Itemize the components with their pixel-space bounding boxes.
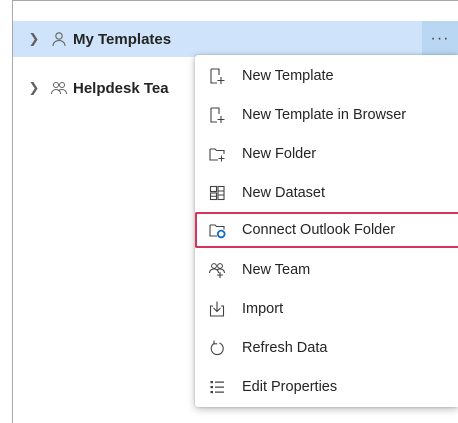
new-template-browser-icon [207, 105, 227, 125]
menu-item-label: New Dataset [242, 185, 326, 201]
menu-item-new-team[interactable]: New Team [195, 252, 458, 288]
team-icon [207, 260, 227, 280]
menu-item-new-dataset[interactable]: New Dataset [195, 175, 458, 211]
menu-item-label: New Folder [242, 146, 317, 162]
dataset-icon [207, 183, 227, 203]
menu-item-refresh-data[interactable]: Refresh Data [195, 330, 458, 366]
menu-item-new-folder[interactable]: New Folder [195, 136, 458, 172]
import-icon [207, 299, 227, 319]
properties-icon [207, 377, 227, 397]
new-template-icon [207, 66, 227, 86]
menu-item-new-template[interactable]: New Template [195, 58, 458, 94]
menu-item-label: New Template in Browser [242, 107, 407, 123]
menu-item-import[interactable]: Import [195, 291, 458, 327]
tree-node-label: My Templates [73, 30, 172, 48]
tree-node-my-templates[interactable]: ❯ My Templates ··· [13, 21, 458, 57]
tree-node-label: Helpdesk Tea [73, 79, 169, 97]
people-team-icon [49, 78, 69, 98]
person-icon [49, 29, 69, 49]
menu-item-label: Import [242, 301, 284, 317]
tree-node-helpdesk-team[interactable]: ❯ Helpdesk Tea [13, 70, 203, 106]
menu-item-new-template-in-browser[interactable]: New Template in Browser [195, 97, 458, 133]
menu-item-label: Edit Properties [242, 379, 338, 395]
new-folder-icon [207, 144, 227, 164]
context-menu: New Template New Template in Browser New… [195, 55, 458, 407]
menu-item-label: Refresh Data [242, 340, 328, 356]
menu-item-label: New Team [242, 262, 311, 278]
menu-item-label: New Template [242, 68, 334, 84]
more-options-button[interactable]: ··· [422, 21, 458, 57]
refresh-icon [207, 338, 227, 358]
menu-item-label: Connect Outlook Folder [242, 222, 396, 238]
chevron-right-icon[interactable]: ❯ [25, 31, 43, 47]
chevron-right-icon[interactable]: ❯ [25, 80, 43, 96]
outlook-folder-icon [207, 220, 227, 240]
menu-item-edit-properties[interactable]: Edit Properties [195, 369, 458, 405]
menu-item-connect-outlook-folder[interactable]: Connect Outlook Folder [195, 212, 458, 248]
